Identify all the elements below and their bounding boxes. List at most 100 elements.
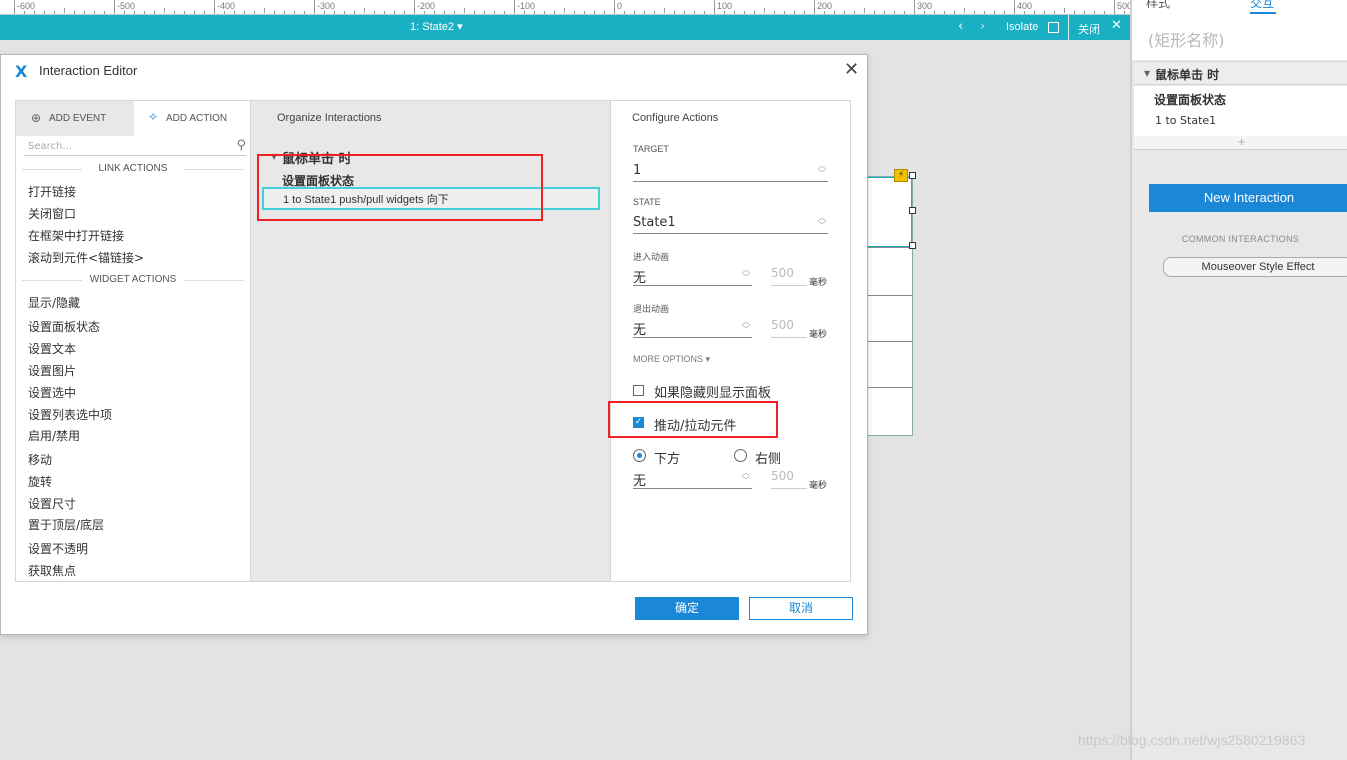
exit-duration-value: 500 xyxy=(771,318,794,332)
widget-action-item[interactable]: 设置面板状态 xyxy=(28,318,100,335)
state-bar: 1: State2 ▾ ‹ › Isolate 关闭 ✕ xyxy=(0,15,1130,40)
direction-right-radio[interactable] xyxy=(734,449,747,462)
widget-action-item[interactable]: 显示/隐藏 xyxy=(28,294,80,311)
close-icon[interactable]: ✕ xyxy=(1111,18,1122,33)
enter-duration-input[interactable]: 500 xyxy=(771,266,807,286)
ruler-tick xyxy=(714,0,715,14)
resize-handle[interactable] xyxy=(909,207,916,214)
widget-action-item[interactable]: 设置选中 xyxy=(28,384,76,401)
tab-add-event[interactable]: ⊕ ADD EVENT xyxy=(16,101,134,136)
widget-action-item[interactable]: 设置尺寸 xyxy=(28,495,76,512)
widget-action-item[interactable]: 设置列表选中项 xyxy=(28,406,112,423)
widget-action-item[interactable]: 设置文本 xyxy=(28,340,76,357)
widget-action-item[interactable]: 启用/禁用 xyxy=(28,427,80,444)
direction-below-radio[interactable] xyxy=(633,449,646,462)
prev-state-icon[interactable]: ‹ xyxy=(958,19,963,34)
cancel-button[interactable]: 取消 xyxy=(749,597,853,620)
enter-animation-select[interactable]: 无 ︿ ﹀ xyxy=(633,266,752,286)
collapse-triangle-icon[interactable]: ▼ xyxy=(1144,69,1150,78)
ruler-label: -600 xyxy=(17,1,36,11)
dynamic-panel-widget[interactable] xyxy=(866,176,913,436)
interaction-bolt-icon[interactable]: ⚡ xyxy=(894,169,908,182)
widget-row xyxy=(867,247,912,248)
ruler-minor-tick xyxy=(564,8,565,13)
interaction-editor-dialog: X Interaction Editor ✕ ⊕ ADD EVENT ✧ ADD… xyxy=(0,54,868,635)
widget-action-item[interactable]: 置于顶层/底层 xyxy=(28,516,104,533)
search-icon[interactable]: ⚲ xyxy=(236,138,246,153)
tab-style[interactable]: 样式 xyxy=(1146,0,1170,11)
tab-add-action[interactable]: ✧ ADD ACTION xyxy=(134,101,250,136)
actions-library-panel: ⊕ ADD EVENT ✧ ADD ACTION Search... ⚲ LIN… xyxy=(15,100,251,582)
link-action-item[interactable]: 打开链接 xyxy=(28,183,76,200)
widget-actions-heading: WIDGET ACTIONS xyxy=(16,274,250,285)
widget-name-input[interactable]: (矩形名称) xyxy=(1148,27,1225,51)
close-isolate-button[interactable]: 关闭 xyxy=(1078,21,1100,37)
resize-handle[interactable] xyxy=(909,242,916,249)
push-animation-select[interactable]: 无 ︿ ﹀ xyxy=(633,469,752,489)
add-action-button[interactable]: + xyxy=(1134,136,1347,150)
exit-duration-input[interactable]: 500 xyxy=(771,318,807,338)
direction-below-label[interactable]: 下方 xyxy=(654,448,680,467)
more-options-toggle[interactable]: MORE OPTIONS ▾ xyxy=(633,354,710,365)
ruler-minor-tick xyxy=(1064,8,1065,13)
configure-header: Configure Actions xyxy=(632,112,719,124)
show-if-hidden-label[interactable]: 如果隐藏则显示面板 xyxy=(654,382,771,401)
horizontal-ruler: -600 -500 -400 -300 -200 -100 0 100 200 300 400 500 xyxy=(0,0,1130,15)
state-select[interactable]: State1 ︿ ﹀ xyxy=(633,214,828,234)
link-action-item[interactable]: 在框架中打开链接 xyxy=(28,227,124,244)
close-icon[interactable]: ✕ xyxy=(844,59,859,80)
mouseover-style-effect-button[interactable]: Mouseover Style Effect xyxy=(1163,257,1347,277)
ruler-minor-tick xyxy=(764,8,765,13)
next-state-icon[interactable]: › xyxy=(980,19,985,34)
ok-button[interactable]: 确定 xyxy=(635,597,739,620)
tab-interactions[interactable]: 交互 xyxy=(1250,0,1274,11)
action-detail: 1 to State1 xyxy=(1155,114,1217,127)
ruler-minor-tick xyxy=(864,8,865,13)
target-select[interactable]: 1 ︿ ﹀ xyxy=(633,162,828,182)
widget-action-item[interactable]: 移动 xyxy=(28,451,52,468)
configure-actions-panel: Configure Actions TARGET 1 ︿ ﹀ STATE Stat… xyxy=(610,100,851,582)
ruler-minor-tick xyxy=(364,8,365,13)
link-action-item[interactable]: 关闭窗口 xyxy=(28,205,76,222)
state-label: STATE xyxy=(633,197,661,207)
ruler-label: -500 xyxy=(117,1,136,11)
ruler-tick xyxy=(414,0,415,14)
tab-add-event-label: ADD EVENT xyxy=(49,113,107,124)
isolate-icon[interactable] xyxy=(1048,22,1059,33)
state-dropdown[interactable]: 1: State2 ▾ xyxy=(410,20,463,33)
search-input[interactable]: Search... ⚲ xyxy=(24,138,246,156)
exit-animation-label: 退出动画 xyxy=(633,304,670,314)
ruler-tick xyxy=(214,0,215,14)
event-header[interactable]: ▼ 鼠标单击 时 xyxy=(1134,61,1347,85)
ruler-label: 200 xyxy=(817,1,833,11)
direction-right-label[interactable]: 右侧 xyxy=(755,448,781,467)
widget-action-item[interactable]: 旋转 xyxy=(28,473,52,490)
exit-animation-select[interactable]: 无 ︿ ﹀ xyxy=(633,318,752,338)
show-if-hidden-checkbox[interactable] xyxy=(633,385,644,396)
ruler-label: 300 xyxy=(917,1,933,11)
new-interaction-button[interactable]: New Interaction xyxy=(1149,184,1347,212)
spinner-icon: ︿ ﹀ xyxy=(742,317,750,334)
spinner-icon: ︿ ﹀ xyxy=(742,265,750,282)
organize-header: Organize Interactions xyxy=(277,112,382,124)
push-duration-input[interactable]: 500 xyxy=(771,469,807,489)
action-box[interactable]: 设置面板状态 1 to State1 xyxy=(1134,86,1347,136)
ruler-minor-tick xyxy=(964,8,965,13)
ruler-tick xyxy=(914,0,915,14)
highlight-annotation xyxy=(257,154,543,221)
link-action-item[interactable]: 滚动到元件<锚链接> xyxy=(28,249,144,266)
ruler-tick xyxy=(514,0,515,14)
divider xyxy=(1068,15,1069,40)
enter-animation-value: 无 xyxy=(633,271,647,286)
spinner-icon: ︿ ﹀ xyxy=(818,161,826,178)
spinner-icon: ︿ ﹀ xyxy=(742,468,750,485)
widget-action-item[interactable]: 设置不透明 xyxy=(28,540,88,557)
ms-unit: 毫秒 xyxy=(809,330,828,340)
push-animation-value: 无 xyxy=(633,474,647,489)
target-label: TARGET xyxy=(633,144,669,154)
widget-action-item[interactable]: 获取焦点 xyxy=(28,562,76,579)
widget-action-item[interactable]: 设置图片 xyxy=(28,362,76,379)
resize-handle[interactable] xyxy=(909,172,916,179)
isolate-button[interactable]: Isolate xyxy=(1006,21,1038,33)
ruler-minor-tick xyxy=(264,8,265,13)
